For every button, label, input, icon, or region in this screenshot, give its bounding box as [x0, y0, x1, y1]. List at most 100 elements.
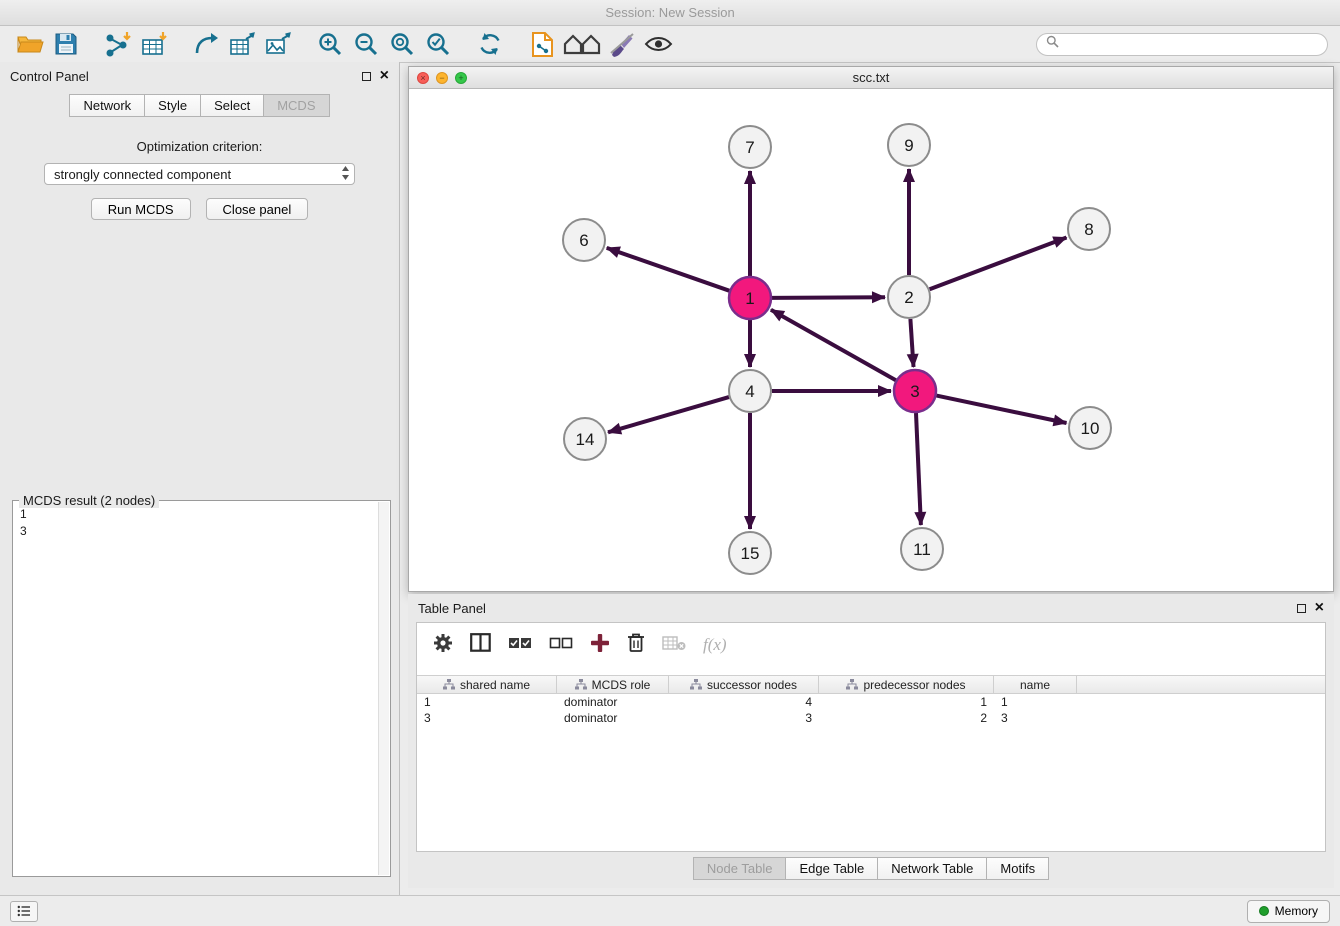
select-all-icon[interactable] [508, 636, 532, 655]
tab-network-table[interactable]: Network Table [877, 857, 986, 880]
network-window-titlebar[interactable]: × − + scc.txt [409, 67, 1333, 89]
import-network-icon[interactable] [100, 29, 136, 59]
column-header-shared-name[interactable]: shared name [417, 676, 557, 693]
style-brush-icon[interactable] [604, 29, 640, 59]
tab-edge-table[interactable]: Edge Table [785, 857, 877, 880]
zoom-out-icon[interactable] [348, 29, 384, 59]
optimization-criterion-label: Optimization criterion: [0, 139, 399, 154]
run-mcds-button[interactable]: Run MCDS [91, 198, 191, 220]
memory-label: Memory [1275, 904, 1318, 918]
cell-shared-name[interactable]: 1 [417, 695, 557, 709]
export-image-icon[interactable] [260, 29, 296, 59]
import-table-icon[interactable] [136, 29, 172, 59]
cell-shared-name[interactable]: 3 [417, 711, 557, 725]
title-bar: Session: New Session [0, 0, 1340, 26]
zoom-in-icon[interactable] [312, 29, 348, 59]
table-row[interactable]: 3 dominator 3 2 3 [417, 710, 1325, 726]
network-canvas[interactable]: 7968124314101511 [409, 89, 1333, 591]
cell-predecessor-nodes[interactable]: 1 [819, 695, 994, 709]
tab-motifs[interactable]: Motifs [986, 857, 1049, 880]
graph-edge-3-11[interactable] [916, 413, 921, 525]
table-row[interactable]: 1 dominator 4 1 1 [417, 694, 1325, 710]
zoom-fit-icon[interactable] [384, 29, 420, 59]
search-field[interactable] [1036, 33, 1328, 56]
column-header-predecessor-nodes[interactable]: predecessor nodes [819, 676, 994, 693]
column-tree-icon [575, 679, 587, 690]
close-table-panel-icon[interactable]: × [1315, 602, 1324, 614]
tab-select[interactable]: Select [200, 94, 263, 117]
graph-node-label: 2 [904, 288, 913, 307]
select-stepper-icon [341, 166, 350, 183]
copy-view-icon[interactable] [524, 29, 560, 59]
minimize-window-icon[interactable]: − [436, 72, 448, 84]
save-icon[interactable] [48, 29, 84, 59]
close-window-icon[interactable]: × [417, 72, 429, 84]
graph-edge-4-14[interactable] [608, 397, 729, 432]
tab-node-table[interactable]: Node Table [693, 857, 786, 880]
table-tabs: Node Table Edge Table Network Table Moti… [408, 857, 1334, 880]
home-icon[interactable] [560, 29, 604, 59]
graph-node-label: 14 [576, 430, 595, 449]
graph-edge-3-10[interactable] [937, 396, 1067, 423]
panel-menu-button[interactable] [10, 901, 38, 922]
open-folder-icon[interactable] [12, 29, 48, 59]
search-icon [1046, 35, 1059, 53]
memory-button[interactable]: Memory [1247, 900, 1330, 923]
column-tree-icon [690, 679, 702, 690]
graph-node-label: 1 [745, 289, 754, 308]
graph-node-label: 15 [741, 544, 760, 563]
show-columns-icon[interactable] [470, 633, 491, 657]
control-panel-title: Control Panel [10, 69, 89, 84]
graph-edge-1-6[interactable] [607, 248, 730, 291]
optimization-criterion-select[interactable]: strongly connected component [44, 163, 355, 185]
cell-name[interactable]: 1 [994, 695, 1077, 709]
float-table-panel-icon[interactable] [1297, 604, 1306, 613]
table-panel-header: Table Panel × [408, 594, 1334, 622]
graph-node-label: 6 [579, 231, 588, 250]
control-panel: Control Panel × Network Style Select MCD… [0, 62, 400, 895]
cell-predecessor-nodes[interactable]: 2 [819, 711, 994, 725]
gear-icon[interactable] [433, 633, 453, 658]
cell-successor-nodes[interactable]: 4 [669, 695, 819, 709]
delete-table-icon [662, 635, 686, 656]
selected-option-label: strongly connected component [54, 167, 341, 182]
graph-node-label: 9 [904, 136, 913, 155]
float-panel-icon[interactable] [362, 72, 371, 81]
close-panel-icon[interactable]: × [380, 70, 389, 82]
column-header-name[interactable]: name [994, 676, 1077, 693]
graph-edge-1-2[interactable] [772, 297, 885, 298]
tab-style[interactable]: Style [144, 94, 200, 117]
delete-column-icon[interactable] [627, 632, 645, 658]
network-window: × − + scc.txt 7968124314101511 [408, 66, 1334, 592]
mcds-result-list[interactable]: 1 3 [14, 502, 377, 875]
window-title: Session: New Session [605, 5, 734, 20]
close-panel-button[interactable]: Close panel [206, 198, 309, 220]
export-network-icon[interactable] [188, 29, 224, 59]
cell-name[interactable]: 3 [994, 711, 1077, 725]
cell-mcds-role[interactable]: dominator [557, 695, 669, 709]
cell-mcds-role[interactable]: dominator [557, 711, 669, 725]
graph-node-label: 11 [913, 540, 931, 559]
zoom-selected-icon[interactable] [420, 29, 456, 59]
column-header-mcds-role[interactable]: MCDS role [557, 676, 669, 693]
refresh-icon[interactable] [472, 29, 508, 59]
status-bar: Memory [0, 895, 1340, 926]
control-panel-tabs: Network Style Select MCDS [0, 94, 399, 117]
column-header-successor-nodes[interactable]: successor nodes [669, 676, 819, 693]
graph-edge-2-3[interactable] [910, 319, 913, 367]
application-window: Session: New Session [0, 0, 1340, 926]
add-column-icon[interactable] [590, 633, 610, 658]
graph-edge-3-1[interactable] [771, 310, 896, 380]
tab-mcds[interactable]: MCDS [263, 94, 329, 117]
search-input[interactable] [1064, 37, 1318, 51]
eye-icon[interactable] [640, 29, 676, 59]
deselect-all-icon[interactable] [549, 636, 573, 655]
export-table-icon[interactable] [224, 29, 260, 59]
graph-node-label: 8 [1084, 220, 1093, 239]
mcds-result-group: MCDS result (2 nodes) 1 3 [12, 500, 391, 877]
zoom-window-icon[interactable]: + [455, 72, 467, 84]
tab-network[interactable]: Network [69, 94, 144, 117]
graph-edge-2-8[interactable] [930, 238, 1067, 290]
result-scrollbar[interactable] [378, 502, 389, 875]
cell-successor-nodes[interactable]: 3 [669, 711, 819, 725]
